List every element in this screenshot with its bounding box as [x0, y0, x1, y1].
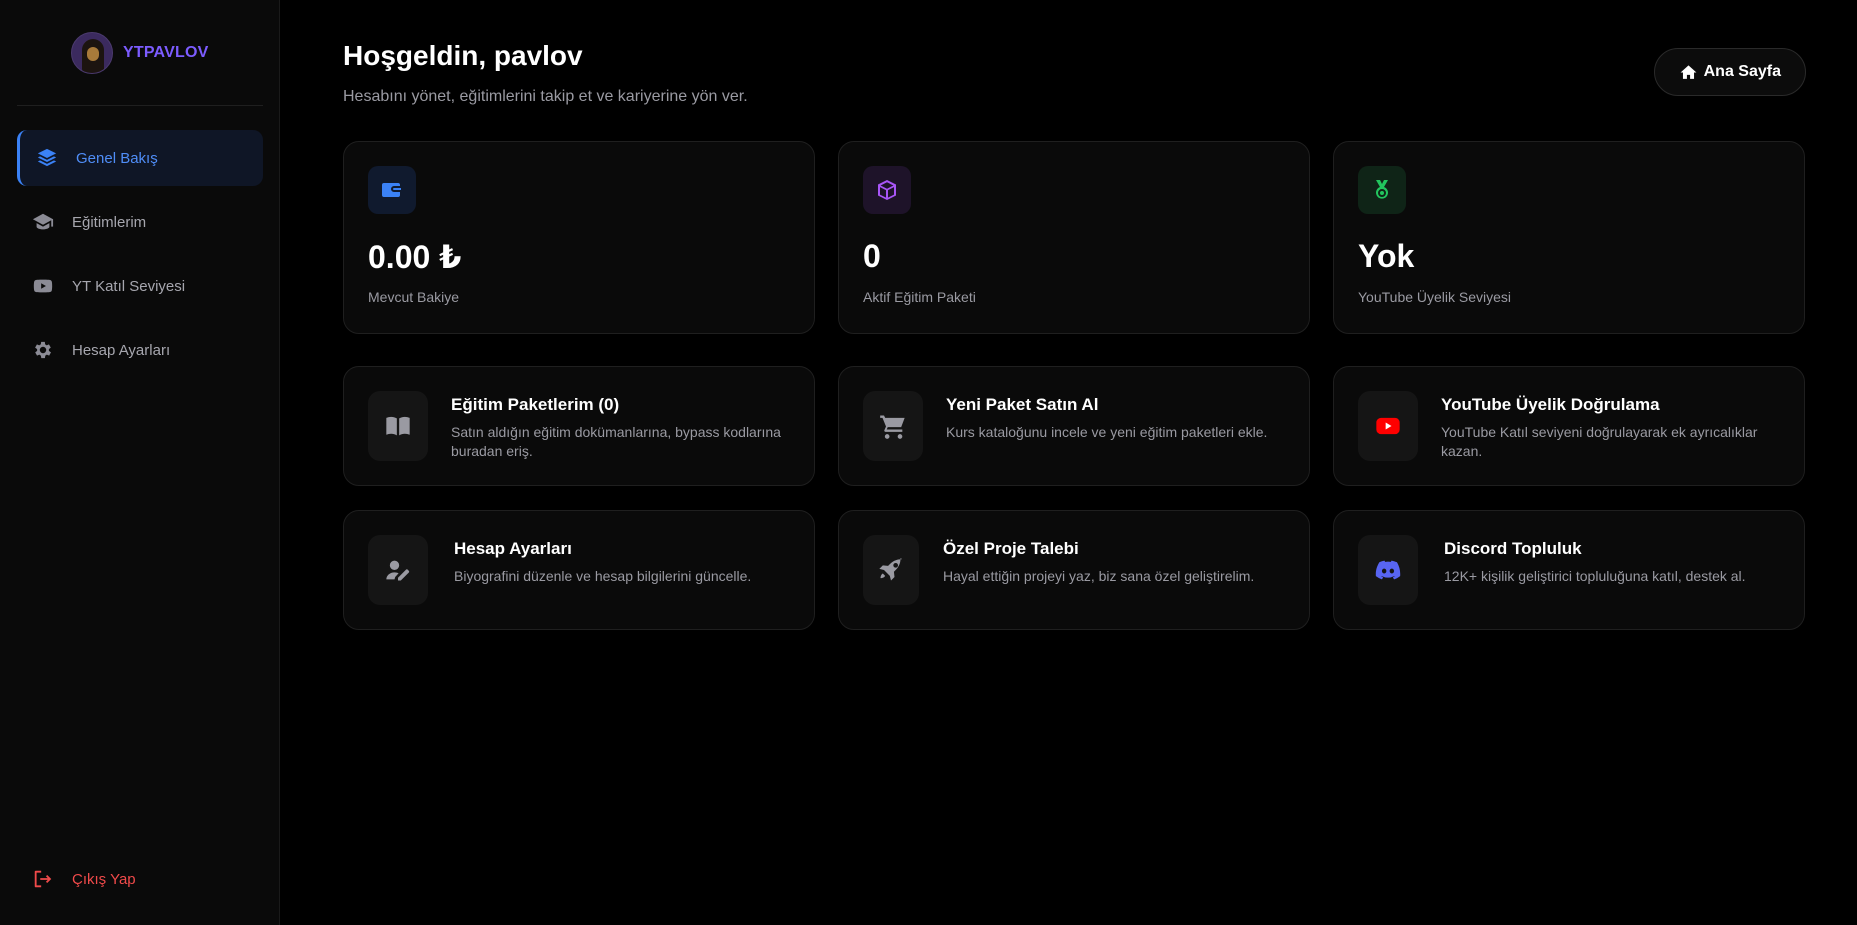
card-title: Özel Proje Talebi: [943, 539, 1079, 558]
sidebar-item-label: Genel Bakış: [76, 149, 158, 167]
stat-icon-box: [368, 166, 416, 214]
stats-row: 0.00 ₺ Mevcut Bakiye 0 Aktif Eğitim Pake…: [343, 141, 1806, 334]
sidebar-nav: Genel Bakış Eğitimlerim YT Katıl Seviyes…: [17, 130, 263, 386]
page-title: Hoşgeldin, pavlov: [343, 40, 583, 71]
card-title: YouTube Üyelik Doğrulama: [1441, 395, 1660, 414]
stat-icon-box: [1358, 166, 1406, 214]
sidebar-item-hesap-ayarlari[interactable]: Hesap Ayarları: [17, 322, 263, 378]
stat-value: 0.00 ₺: [368, 239, 462, 275]
card-title: Eğitim Paketlerim (0): [451, 395, 620, 414]
logout-button[interactable]: Çıkış Yap: [32, 868, 136, 890]
cart-icon: [880, 415, 905, 439]
cube-icon: [878, 180, 896, 200]
card-icon-box: [1358, 391, 1418, 461]
card-title: Hesap Ayarları: [454, 539, 572, 558]
layers-icon: [37, 148, 57, 167]
stat-card-balance: 0.00 ₺ Mevcut Bakiye: [343, 141, 815, 334]
home-button-label: Ana Sayfa: [1703, 63, 1781, 80]
card-description: YouTube Katıl seviyeni doğrulayarak ek a…: [1441, 424, 1758, 459]
card-description: Kurs kataloğunu incele ve yeni eğitim pa…: [946, 424, 1268, 440]
page-subtitle: Hesabını yönet, eğitimlerini takip et ve…: [343, 88, 748, 105]
card-icon-box: [1358, 535, 1418, 605]
card-description: Hayal ettiğin projeyi yaz, biz sana özel…: [943, 568, 1255, 584]
card-description: 12K+ kişilik geliştirici topluluğuna kat…: [1444, 568, 1746, 584]
card-ozel-proje[interactable]: Özel Proje Talebi Hayal ettiğin projeyi …: [838, 510, 1310, 630]
sidebar-divider: [17, 105, 263, 106]
stat-value: Yok: [1358, 238, 1415, 274]
discord-icon: [1375, 560, 1401, 580]
user-edit-icon: [386, 560, 410, 581]
gear-icon: [35, 341, 51, 359]
action-cards: Eğitim Paketlerim (0) Satın aldığın eğit…: [343, 366, 1806, 630]
youtube-icon: [1376, 417, 1400, 435]
stat-value: 0: [863, 238, 881, 274]
card-icon-box: [863, 535, 919, 605]
card-icon-box: [863, 391, 923, 461]
sidebar-item-egitimlerim[interactable]: Eğitimlerim: [17, 194, 263, 250]
wallet-icon: [382, 183, 401, 197]
card-title: Yeni Paket Satın Al: [946, 395, 1099, 414]
card-icon-box: [368, 391, 428, 461]
sidebar-item-label: YT Katıl Seviyesi: [72, 277, 186, 295]
logout-label: Çıkış Yap: [72, 870, 136, 888]
card-description: Biyografini düzenle ve hesap bilgilerini…: [454, 568, 752, 584]
sidebar-item-yt-katil-seviyesi[interactable]: YT Katıl Seviyesi: [17, 258, 263, 314]
graduation-cap-icon: [32, 213, 54, 230]
stat-label: Mevcut Bakiye: [368, 289, 460, 305]
card-yeni-paket[interactable]: Yeni Paket Satın Al Kurs kataloğunu ince…: [838, 366, 1310, 486]
card-description: Satın aldığın eğitim dokümanlarına, bypa…: [451, 424, 781, 459]
brand[interactable]: YTPAVLOV: [71, 32, 208, 74]
card-egitim-paketlerim[interactable]: Eğitim Paketlerim (0) Satın aldığın eğit…: [343, 366, 815, 486]
sidebar-item-genel-bakis[interactable]: Genel Bakış: [17, 130, 263, 186]
book-icon: [386, 416, 410, 436]
stat-label: Aktif Eğitim Paketi: [863, 289, 976, 305]
home-icon: [1680, 64, 1697, 79]
stat-card-youtube-level: Yok YouTube Üyelik Seviyesi: [1333, 141, 1805, 334]
stat-label: YouTube Üyelik Seviyesi: [1358, 289, 1512, 305]
sidebar-item-label: Hesap Ayarları: [72, 341, 171, 359]
stat-icon-box: [863, 166, 911, 214]
logout-icon: [34, 870, 52, 888]
avatar: [71, 32, 113, 74]
card-discord[interactable]: Discord Topluluk 12K+ kişilik geliştiric…: [1333, 510, 1805, 630]
medal-icon: [1376, 180, 1388, 199]
brand-name: YTPAVLOV: [123, 44, 209, 61]
home-button[interactable]: Ana Sayfa: [1653, 48, 1806, 96]
card-hesap-ayarlari[interactable]: Hesap Ayarları Biyografini düzenle ve he…: [343, 510, 815, 630]
card-youtube-uyelik[interactable]: YouTube Üyelik Doğrulama YouTube Katıl s…: [1333, 366, 1805, 486]
card-icon-box: [368, 535, 428, 605]
card-title: Discord Topluluk: [1444, 539, 1582, 558]
rocket-icon: [879, 558, 902, 581]
youtube-icon: [33, 279, 53, 293]
sidebar-item-label: Eğitimlerim: [72, 213, 147, 231]
sidebar: YTPAVLOV Genel Bakış Eğitimlerim YT Katı…: [0, 0, 280, 925]
stat-card-active-packages: 0 Aktif Eğitim Paketi: [838, 141, 1310, 334]
